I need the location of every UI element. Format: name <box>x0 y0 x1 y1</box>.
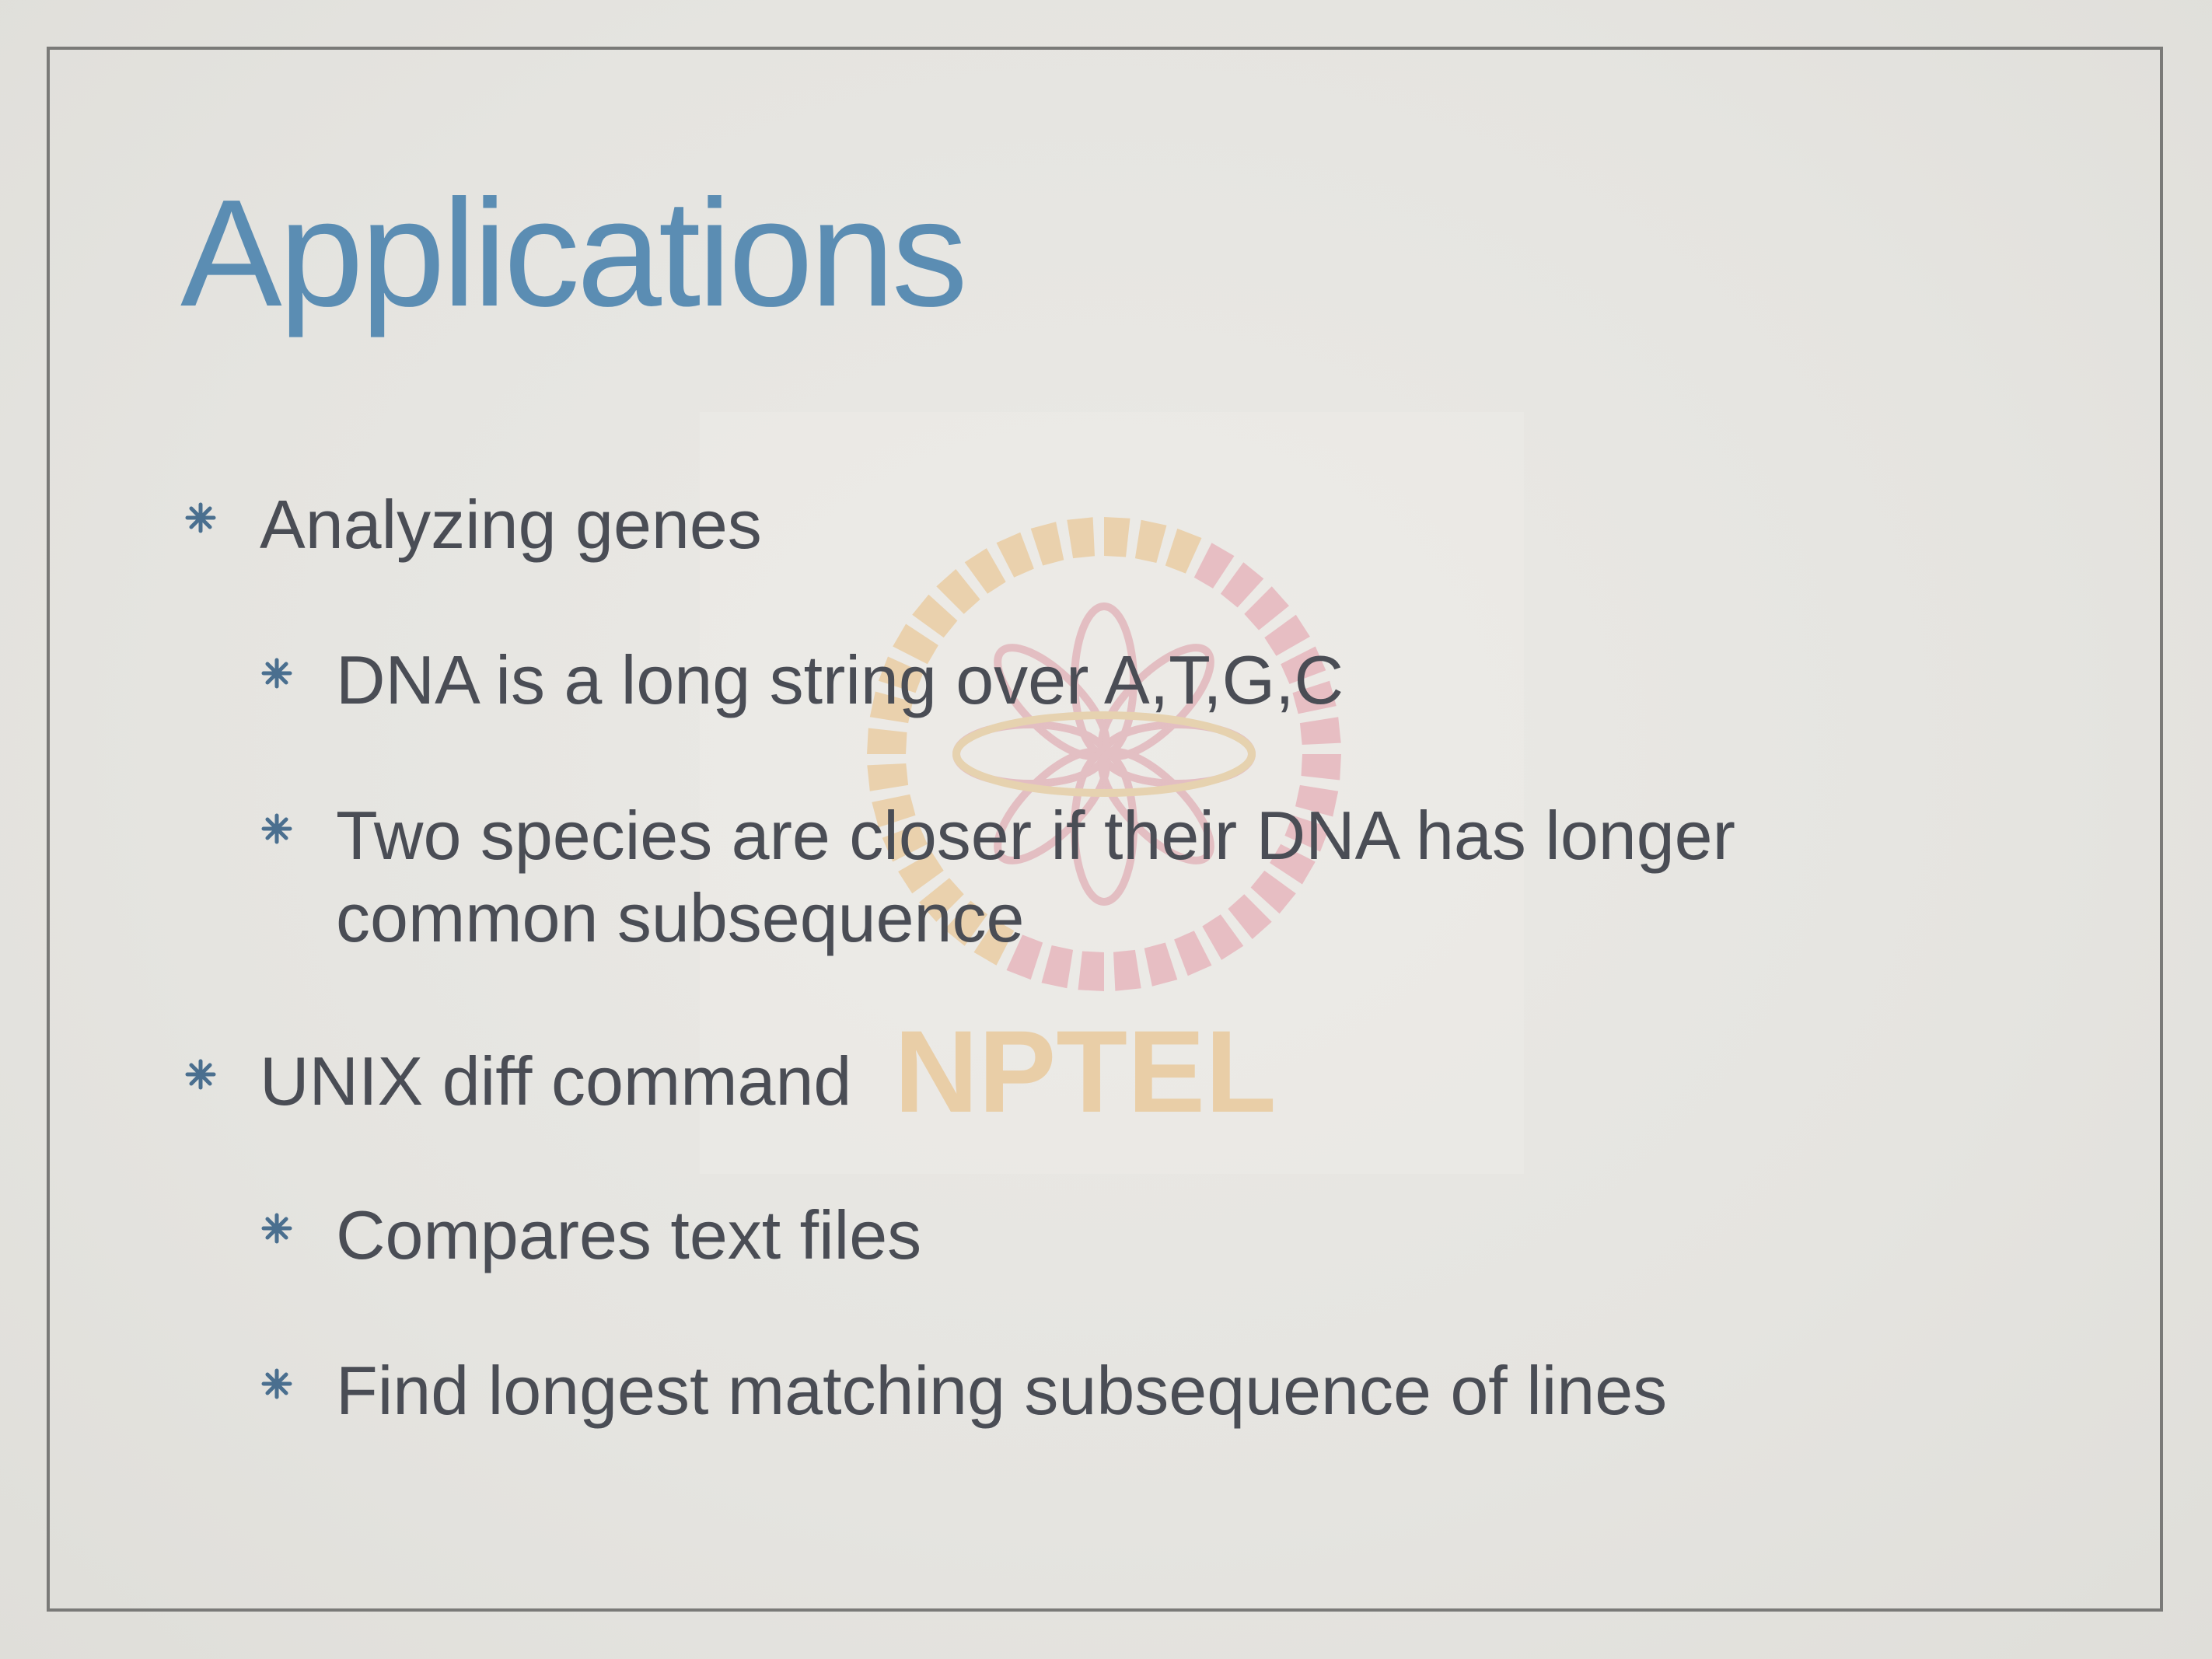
bullet-text-line: Two species are closer if their DNA has … <box>336 797 1735 874</box>
asterisk-bullet-icon <box>185 1059 216 1090</box>
asterisk-bullet-icon <box>261 1213 292 1244</box>
bullet-text: Compares text files <box>336 1196 922 1273</box>
bullet-text: Analyzing genes <box>260 486 762 563</box>
bullet-text: UNIX diff command <box>260 1043 852 1119</box>
asterisk-bullet-icon <box>261 813 292 844</box>
bullet-item: DNA is a long string over A,T,G,C <box>261 639 1344 721</box>
bullet-item: Analyzing genes <box>185 484 762 566</box>
bullet-text: DNA is a long string over A,T,G,C <box>336 641 1344 718</box>
bullet-list: Analyzing genes DNA is a long string ove… <box>0 0 2212 1659</box>
bullet-text: Find longest matching subsequence of lin… <box>336 1352 1668 1429</box>
bullet-text-line: common subsequence <box>336 879 1025 956</box>
bullet-item: Compares text files <box>261 1194 922 1277</box>
asterisk-bullet-icon <box>185 502 216 533</box>
bullet-item: Find longest matching subsequence of lin… <box>261 1350 1668 1432</box>
bullet-item: Two species are closer if their DNA has … <box>261 795 1735 959</box>
bullet-item: UNIX diff command <box>185 1040 852 1123</box>
asterisk-bullet-icon <box>261 658 292 689</box>
asterisk-bullet-icon <box>261 1368 292 1399</box>
